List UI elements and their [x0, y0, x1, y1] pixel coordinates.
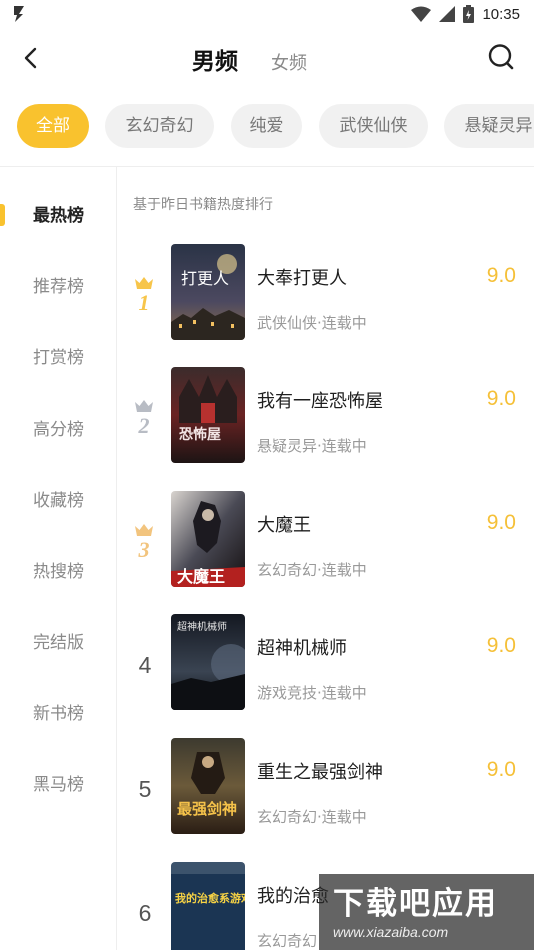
rank-number: 3: [138, 537, 150, 562]
book-cover[interactable]: 最强剑神: [171, 738, 245, 834]
book-meta: 玄幻奇幻·连载中: [257, 561, 367, 579]
sidebar-item-hottest[interactable]: 最热榜: [0, 196, 117, 236]
sidebar-item-recommended[interactable]: 推荐榜: [0, 267, 117, 307]
sidebar-item-favorites[interactable]: 收藏榜: [0, 481, 117, 521]
cover-title: 打更人: [181, 269, 229, 288]
book-meta: 武侠仙侠·连载中: [257, 314, 367, 332]
book-score: 9.0: [486, 511, 516, 534]
watermark: 下载吧应用 www.xiazaiba.com: [319, 874, 534, 950]
category-filter-bar: 全部 玄幻奇幻 纯爱 武侠仙侠 悬疑灵异: [0, 104, 534, 150]
rank-number: 2: [138, 413, 150, 438]
category-chip-wuxia[interactable]: 武侠仙侠: [319, 104, 428, 148]
sidebar-item-high-score[interactable]: 高分榜: [0, 410, 117, 450]
rank-number: 6: [138, 900, 152, 926]
status-bar: 10:35: [0, 0, 534, 28]
category-chip-all[interactable]: 全部: [17, 104, 89, 148]
book-meta: 悬疑灵异·连载中: [257, 437, 367, 455]
back-arrow-icon[interactable]: [18, 44, 46, 72]
cover-title: 我的治愈系游戏: [175, 891, 245, 905]
sidebar-item-hot-search[interactable]: 热搜榜: [0, 552, 117, 592]
book-cover[interactable]: 打更人: [171, 244, 245, 340]
book-row[interactable]: 1 打更人 大奉打更人 武侠仙侠·连载中 9.0: [118, 244, 534, 354]
book-score: 9.0: [486, 264, 516, 287]
book-title: 大魔王: [257, 515, 311, 536]
category-chip-romance[interactable]: 纯爱: [231, 104, 302, 148]
ranking-subtitle: 基于昨日书籍热度排行: [133, 197, 273, 213]
rank-number: 1: [138, 290, 150, 315]
category-chip-mystery[interactable]: 悬疑灵异: [444, 104, 534, 148]
book-title: 大奉打更人: [257, 268, 347, 289]
book-title: 超神机械师: [257, 638, 347, 659]
bronze-crown-icon: [135, 524, 153, 536]
gold-crown-icon: [135, 277, 153, 289]
cover-title: 大魔王: [177, 567, 225, 586]
top-nav: 男频 女频: [0, 30, 534, 88]
book-row[interactable]: 4 超神机械师 超神机械师 游戏竞技·连载中 9.0: [118, 614, 534, 724]
book-cover[interactable]: 恐怖屋: [171, 367, 245, 463]
sidebar-item-tips[interactable]: 打赏榜: [0, 338, 117, 378]
book-score: 9.0: [486, 758, 516, 781]
book-score: 9.0: [486, 387, 516, 410]
book-cover[interactable]: 我的治愈系游戏: [171, 862, 245, 950]
tab-male[interactable]: 男频: [192, 42, 238, 76]
book-meta: 玄幻奇幻: [257, 932, 318, 950]
search-icon[interactable]: [486, 42, 516, 72]
book-meta: 玄幻奇幻·连载中: [257, 808, 367, 826]
category-chip-fantasy[interactable]: 玄幻奇幻: [105, 104, 214, 148]
cover-title: 最强剑神: [177, 800, 237, 818]
ranking-type-sidebar: 最热榜 推荐榜 打赏榜 高分榜 收藏榜 热搜榜 完结版 新书榜 黑马榜: [0, 167, 117, 950]
book-row[interactable]: 3 大魔王 大魔王 玄幻奇幻·连载中 9.0: [118, 491, 534, 601]
sidebar-item-completed[interactable]: 完结版: [0, 623, 117, 663]
sidebar-item-new-books[interactable]: 新书榜: [0, 694, 117, 734]
rank-number: 5: [138, 776, 152, 802]
book-row[interactable]: 5 最强剑神 重生之最强剑神 玄幻奇幻·连载中 9.0: [118, 738, 534, 848]
book-score: 9.0: [486, 634, 516, 657]
tab-female[interactable]: 女频: [271, 49, 307, 75]
battery-icon: [463, 5, 475, 23]
wifi-icon: [411, 6, 432, 22]
app-notification-icon: [14, 6, 24, 22]
book-title: 重生之最强剑神: [257, 762, 383, 783]
rank-number: 4: [138, 652, 152, 678]
cover-title: 恐怖屋: [179, 426, 221, 443]
book-cover[interactable]: 超神机械师: [171, 614, 245, 710]
status-time: 10:35: [482, 5, 520, 23]
book-row[interactable]: 2 恐怖屋 我有一座恐怖屋 悬疑灵异·连载中 9.0: [118, 367, 534, 477]
sidebar-item-dark-horse[interactable]: 黑马榜: [0, 765, 117, 805]
book-title: 我有一座恐怖屋: [257, 391, 383, 412]
book-cover[interactable]: 大魔王: [171, 491, 245, 587]
watermark-url: www.xiazaiba.com: [333, 924, 449, 940]
signal-icon: [439, 6, 456, 22]
watermark-text: 下载吧应用: [333, 886, 498, 922]
cover-title: 超神机械师: [177, 620, 227, 633]
silver-crown-icon: [135, 400, 153, 412]
book-meta: 游戏竞技·连载中: [257, 684, 367, 702]
